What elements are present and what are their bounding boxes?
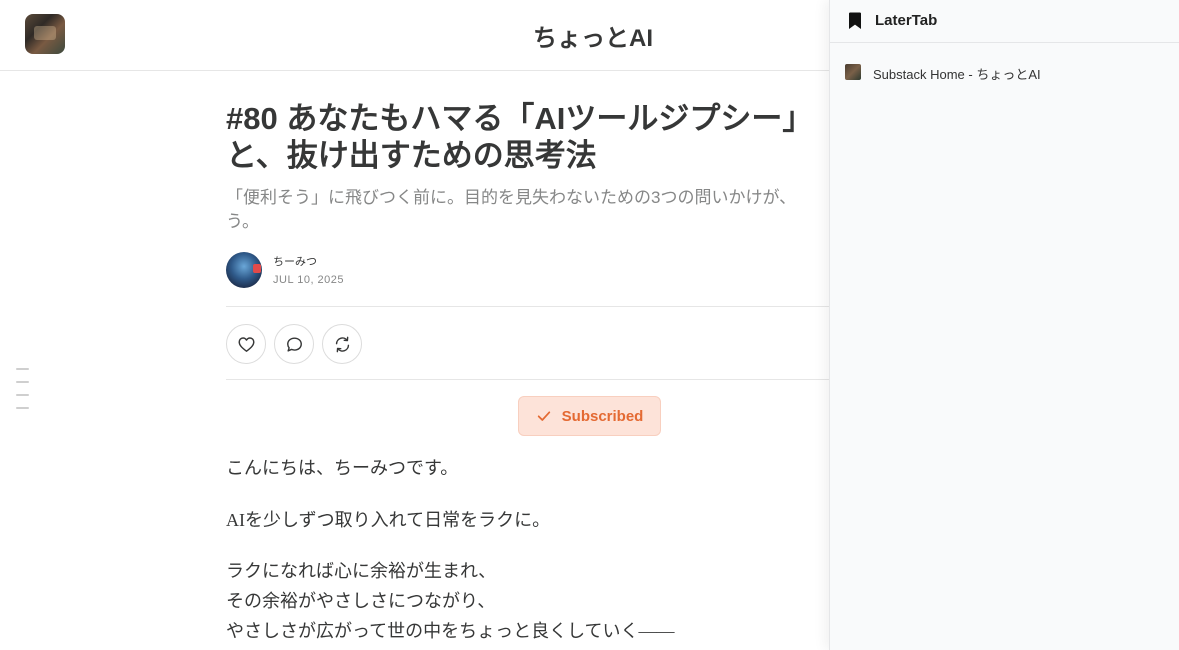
paragraph-line: ラクになれば心に余裕が生まれ、 [226,561,497,581]
panel-header: LaterTab [830,0,1179,43]
bookmark-icon [849,12,861,29]
latertab-panel: LaterTab Substack Home - ちょっとAI [829,0,1179,650]
author-avatar[interactable] [226,252,262,288]
paragraph-line: その余裕がやさしさにつながり、 [226,591,496,611]
paragraph: AIを少しずつ取り入れて日常をラクに。 [226,510,551,530]
favicon-icon [845,64,861,80]
restack-button[interactable] [322,324,362,364]
post-date: JUL 10, 2025 [273,274,345,286]
paragraph-line: やさしさが広がって世の中をちょっと良くしていく—— [226,621,675,641]
paragraph: こんにちは、ちーみつです。 [226,458,459,478]
table-of-contents-icon[interactable] [16,368,29,420]
subtitle-line-1: 「便利そう」に飛びつく前に。目的を見失わないための3つの問いかけが、 [226,188,797,207]
divider [226,306,846,307]
headline-line-2: と、抜け出すための思考法 [226,138,597,173]
subscribed-label: Subscribed [561,407,644,425]
heart-icon [238,336,254,352]
headline-line-1: #80 あなたもハマる「AIツールジプシー」 [226,101,814,136]
paragraph: ラクになれば心に余裕が生まれ、 その余裕がやさしさにつながり、 やさしさが広がっ… [226,556,675,646]
like-button[interactable] [226,324,266,364]
comment-button[interactable] [274,324,314,364]
saved-tab-title: Substack Home - ちょっとAI [873,67,1041,82]
comment-icon [286,336,302,352]
panel-title: LaterTab [875,12,938,29]
subscribed-button[interactable]: Subscribed [518,396,661,436]
checkmark-icon [537,411,550,421]
saved-tab-item[interactable]: Substack Home - ちょっとAI [830,56,1179,86]
restack-icon [335,336,349,352]
article-headline: #80 あなたもハマる「AIツールジプシー」 と、抜け出すための思考法 [226,100,846,174]
subtitle-line-2: う。 [226,212,259,231]
article-subtitle: 「便利そう」に飛びつく前に。目的を見失わないための3つの問いかけが、 う。 [226,186,846,234]
divider [226,379,846,380]
author-name[interactable]: ちーみつ [273,253,317,269]
article-header: #80 あなたもハマる「AIツールジプシー」 と、抜け出すための思考法 「便利そ… [226,100,846,288]
